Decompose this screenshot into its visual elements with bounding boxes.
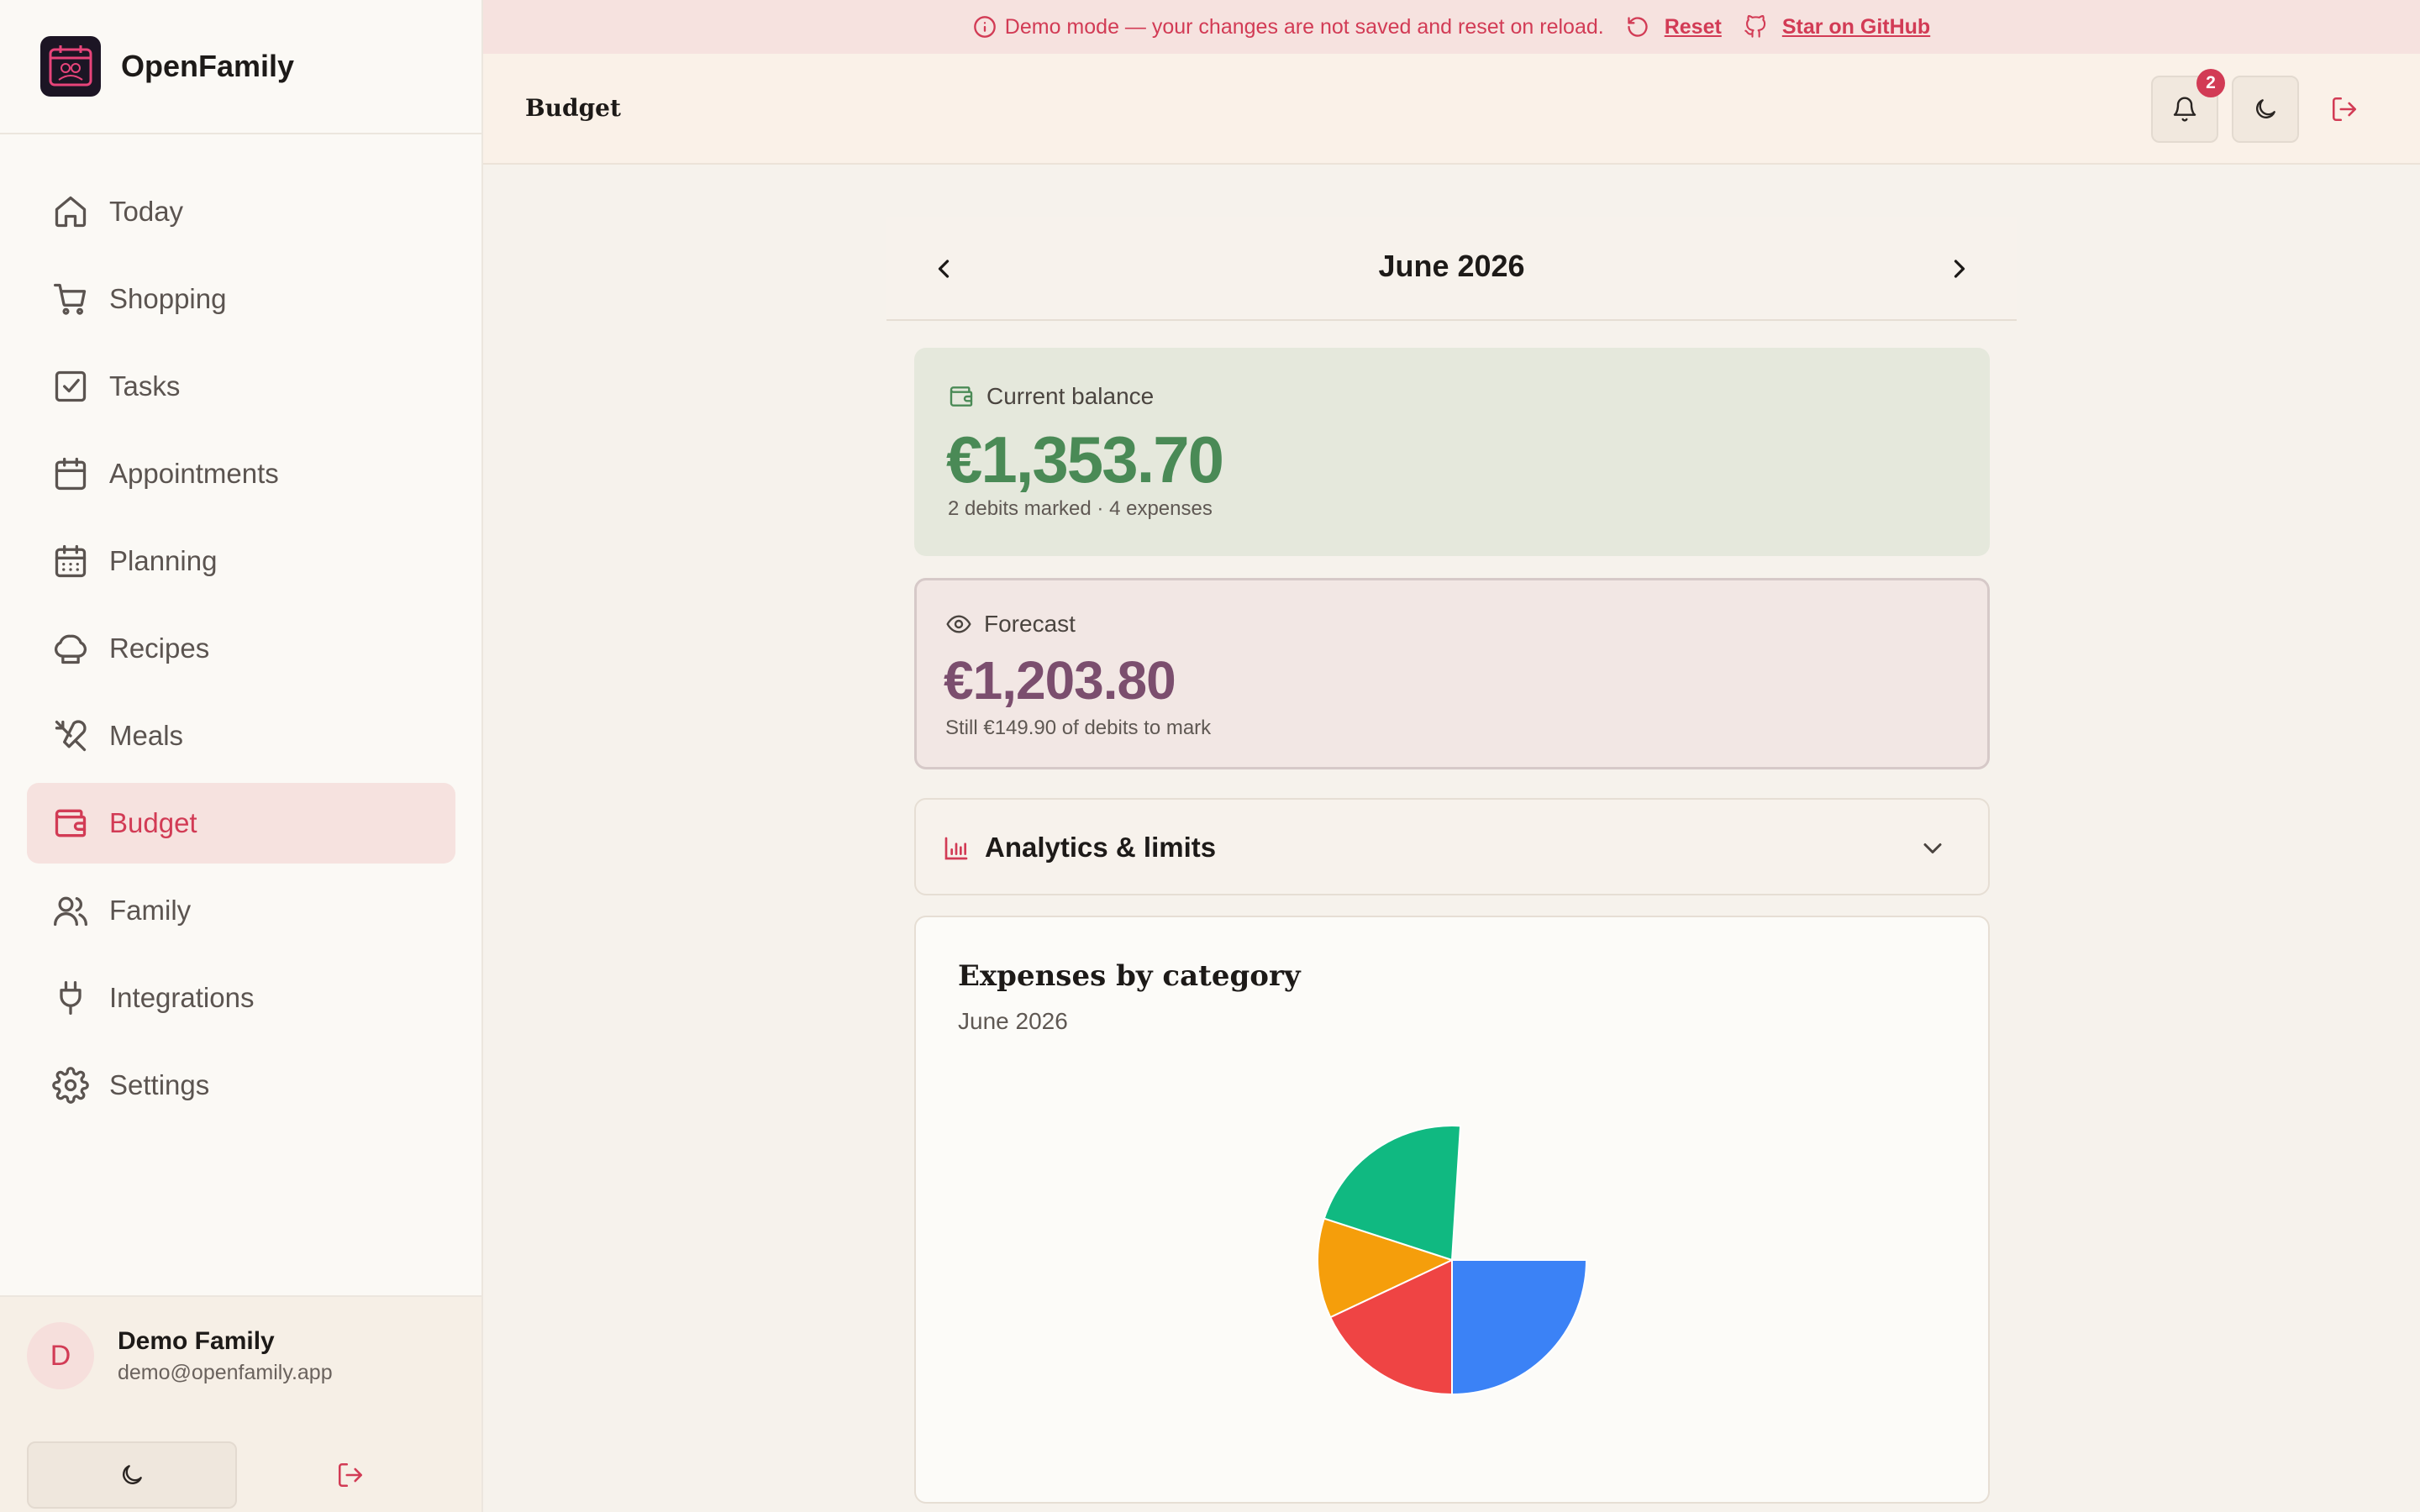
cart-icon <box>52 281 89 318</box>
calendar-icon <box>52 455 89 492</box>
sidebar-item-label: Today <box>109 196 184 227</box>
chef-hat-icon <box>52 630 89 667</box>
sidebar-item-settings[interactable]: Settings <box>27 1045 455 1126</box>
next-month-button[interactable] <box>1939 249 1980 289</box>
sidebar-nav: Today Shopping Tasks Appointments Planni… <box>27 171 455 1132</box>
top-header: Budget 2 <box>483 54 2420 165</box>
month-navigator: June 2026 <box>886 217 2017 321</box>
current-month-label: June 2026 <box>1378 249 1525 283</box>
sidebar-item-label: Meals <box>109 720 184 751</box>
bell-icon <box>2171 96 2198 123</box>
user-name: Demo Family <box>118 1326 275 1355</box>
utensils-icon <box>52 717 89 754</box>
analytics-title: Analytics & limits <box>985 832 1217 863</box>
notifications-button[interactable]: 2 <box>2151 69 2225 143</box>
sidebar-item-label: Recipes <box>109 633 210 664</box>
balance-detail: 2 debits marked · 4 expenses <box>948 497 1213 520</box>
sidebar-item-label: Integrations <box>109 982 255 1013</box>
theme-toggle-button[interactable] <box>27 1441 237 1509</box>
info-icon <box>973 15 997 39</box>
sidebar-item-budget[interactable]: Budget <box>27 783 455 864</box>
github-link[interactable]: Star on GitHub <box>1782 15 1930 39</box>
logout-icon <box>336 1461 365 1489</box>
reset-icon <box>1626 15 1649 39</box>
user-email: demo@openfamily.app <box>118 1360 333 1384</box>
expenses-pie-chart <box>1317 1125 1588 1396</box>
sidebar-item-label: Budget <box>109 807 197 838</box>
moon-icon <box>2252 96 2279 123</box>
sidebar-item-label: Shopping <box>109 283 227 314</box>
header-logout-button[interactable] <box>2311 76 2378 143</box>
eye-icon <box>945 611 972 638</box>
notification-badge: 2 <box>2196 69 2225 97</box>
sidebar-item-integrations[interactable]: Integrations <box>27 958 455 1038</box>
sidebar-item-label: Planning <box>109 545 218 576</box>
user-profile[interactable]: D Demo Family demo@openfamily.app <box>27 1322 333 1389</box>
avatar: D <box>27 1322 94 1389</box>
demo-banner-message: Demo mode — your changes are not saved a… <box>1004 14 1604 39</box>
sidebar-item-appointments[interactable]: Appointments <box>27 433 455 514</box>
sidebar-item-label: Tasks <box>109 370 181 402</box>
users-icon <box>52 892 89 929</box>
chevron-down-icon <box>1918 833 1948 864</box>
analytics-accordion[interactable]: Analytics & limits <box>914 798 1990 895</box>
expenses-chart-card: Expenses by category June 2026 <box>914 916 1990 1504</box>
page-title: Budget <box>525 94 621 122</box>
logout-icon <box>2330 95 2359 123</box>
gear-icon <box>52 1067 89 1104</box>
checkbox-icon <box>52 368 89 405</box>
home-icon <box>52 193 89 230</box>
sidebar: OpenFamily Today Shopping Tasks Appointm… <box>0 0 483 1512</box>
sidebar-item-label: Appointments <box>109 458 279 489</box>
sidebar-item-shopping[interactable]: Shopping <box>27 259 455 339</box>
wallet-icon <box>52 805 89 842</box>
app-logo <box>40 36 101 97</box>
sidebar-item-meals[interactable]: Meals <box>27 696 455 776</box>
sidebar-item-recipes[interactable]: Recipes <box>27 608 455 689</box>
reset-link[interactable]: Reset <box>1665 15 1722 39</box>
current-balance-card: Current balance €1,353.70 2 debits marke… <box>914 348 1990 556</box>
forecast-amount: €1,203.80 <box>944 650 1176 711</box>
moon-icon <box>118 1462 145 1488</box>
header-theme-toggle-button[interactable] <box>2232 76 2299 143</box>
sidebar-item-today[interactable]: Today <box>27 171 455 252</box>
logout-button[interactable] <box>245 1441 455 1509</box>
github-icon <box>1744 15 1767 39</box>
brand[interactable]: OpenFamily <box>0 0 481 134</box>
forecast-card: Forecast €1,203.80 Still €149.90 of debi… <box>914 578 1990 769</box>
forecast-label: Forecast <box>984 611 1076 637</box>
plug-icon <box>52 979 89 1016</box>
bar-chart-icon <box>943 835 970 862</box>
app-name: OpenFamily <box>121 49 295 83</box>
sidebar-item-label: Settings <box>109 1069 210 1100</box>
sidebar-footer: D Demo Family demo@openfamily.app <box>0 1295 481 1512</box>
demo-banner: Demo mode — your changes are not saved a… <box>483 0 2420 54</box>
wallet-icon <box>948 383 975 410</box>
chevron-right-icon <box>1944 254 1975 284</box>
calendar-grid-icon <box>52 543 89 580</box>
pie-slice-0[interactable] <box>1451 1259 1588 1396</box>
forecast-detail: Still €149.90 of debits to mark <box>945 717 1212 739</box>
sidebar-item-planning[interactable]: Planning <box>27 521 455 601</box>
balance-amount: €1,353.70 <box>946 423 1224 496</box>
balance-label: Current balance <box>986 383 1155 409</box>
sidebar-item-family[interactable]: Family <box>27 870 455 951</box>
sidebar-item-tasks[interactable]: Tasks <box>27 346 455 427</box>
sidebar-item-label: Family <box>109 895 192 926</box>
